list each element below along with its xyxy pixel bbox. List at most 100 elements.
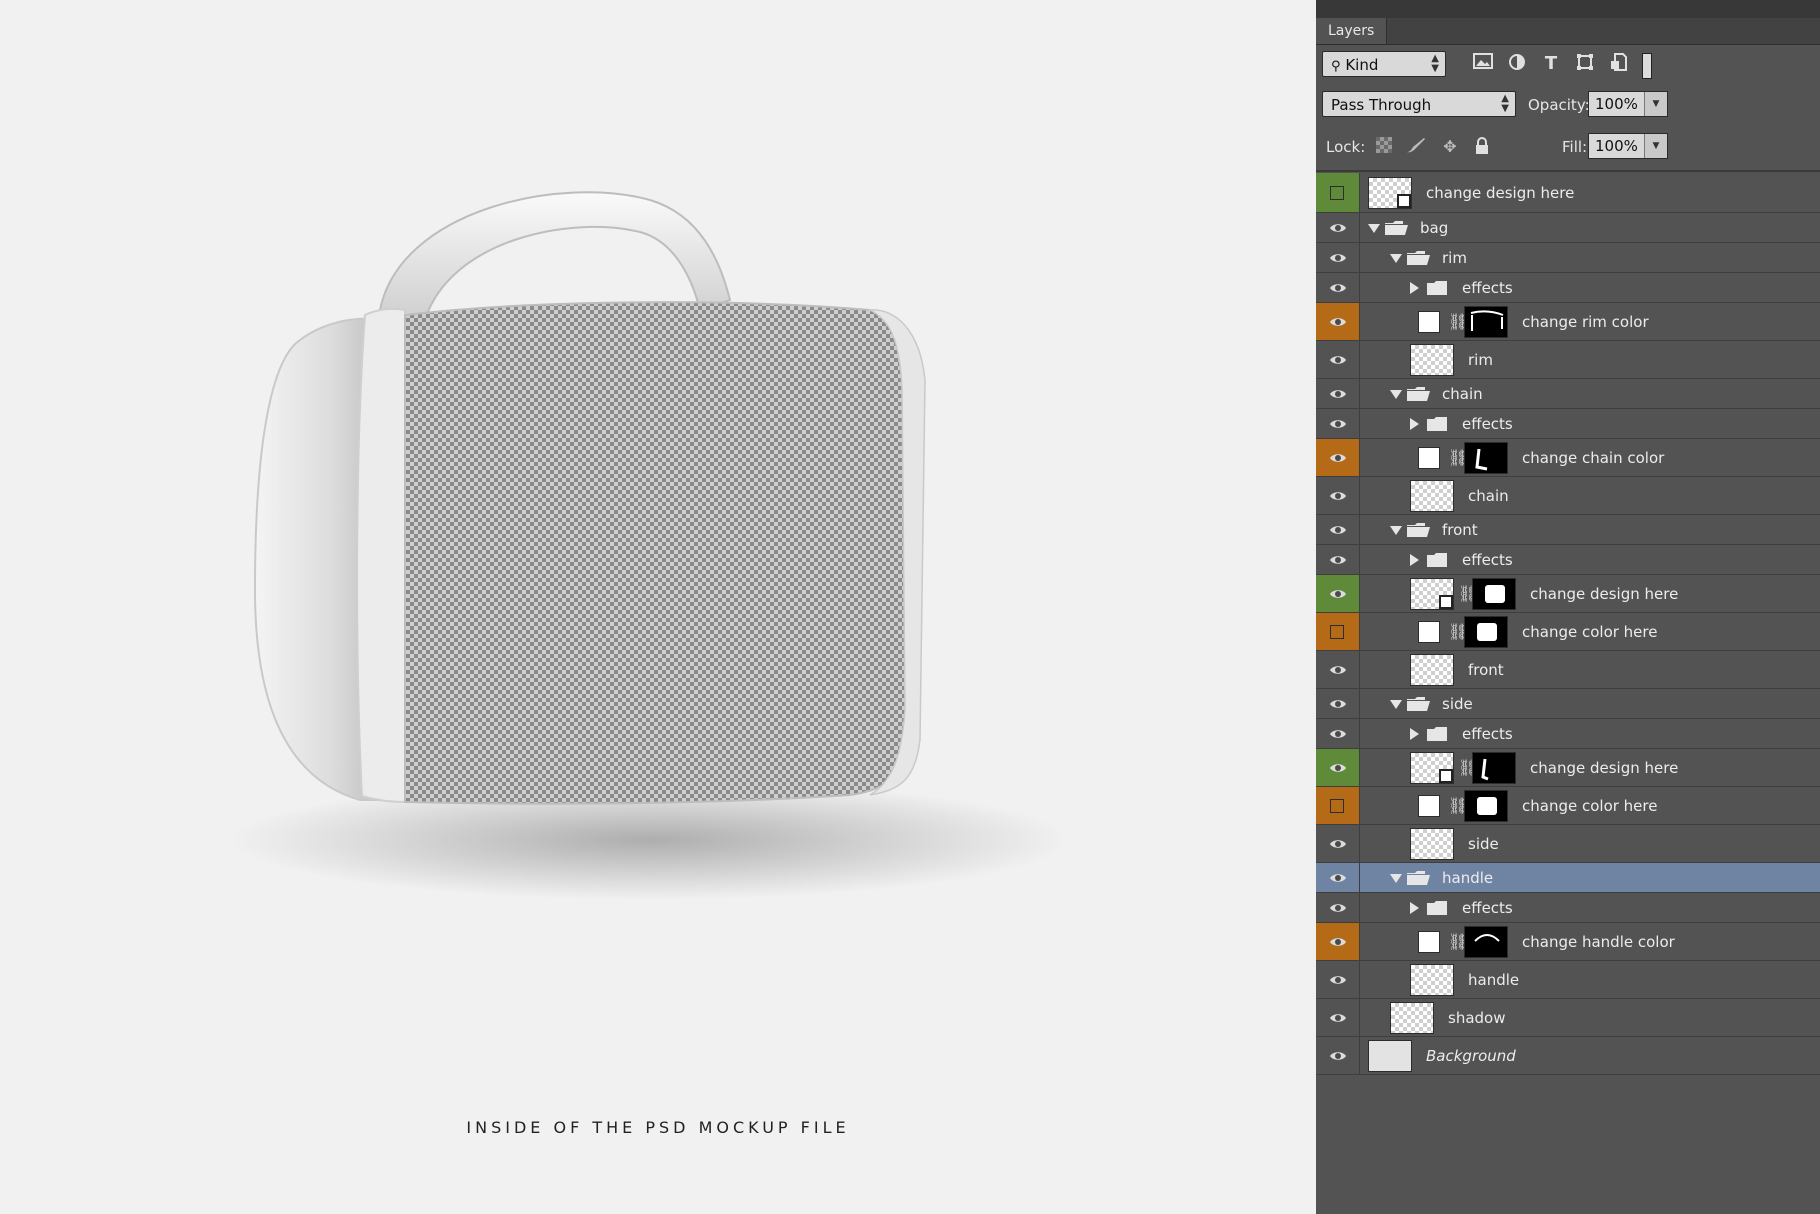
- layer-row[interactable]: chain: [1316, 379, 1820, 409]
- layer-visibility-toggle[interactable]: [1316, 923, 1360, 960]
- layer-visibility-toggle[interactable]: [1316, 439, 1360, 476]
- document-canvas[interactable]: INSIDE OF THE PSD MOCKUP FILE: [0, 0, 1316, 1214]
- layer-row[interactable]: front: [1316, 515, 1820, 545]
- layer-name[interactable]: handle: [1468, 971, 1519, 989]
- layer-mask-thumbnail[interactable]: [1464, 442, 1508, 474]
- layer-visibility-toggle[interactable]: [1316, 477, 1360, 514]
- mask-link-icon[interactable]: ⛓: [1448, 931, 1468, 953]
- layer-thumbnail[interactable]: [1410, 964, 1454, 996]
- expanded-arrow-icon[interactable]: [1390, 389, 1402, 399]
- mask-link-icon[interactable]: ⛓: [1458, 757, 1478, 779]
- layer-row[interactable]: rim: [1316, 341, 1820, 379]
- layer-row[interactable]: ⛓ change chain color: [1316, 439, 1820, 477]
- layer-row[interactable]: front: [1316, 651, 1820, 689]
- layer-visibility-toggle[interactable]: [1316, 651, 1360, 688]
- layer-name[interactable]: change rim color: [1522, 313, 1649, 331]
- layer-thumbnail[interactable]: [1410, 480, 1454, 512]
- layer-name[interactable]: chain: [1468, 487, 1509, 505]
- layer-row[interactable]: effects: [1316, 409, 1820, 439]
- adjustment-filter-icon[interactable]: [1506, 53, 1528, 75]
- layer-row[interactable]: rim: [1316, 243, 1820, 273]
- layer-name[interactable]: change color here: [1522, 797, 1657, 815]
- fill-field[interactable]: 100% ▼: [1588, 133, 1668, 159]
- layer-name[interactable]: effects: [1462, 899, 1513, 917]
- layer-row[interactable]: effects: [1316, 893, 1820, 923]
- mask-link-icon[interactable]: ⛓: [1448, 447, 1468, 469]
- layer-row[interactable]: handle: [1316, 961, 1820, 999]
- type-filter-icon[interactable]: T: [1540, 53, 1562, 75]
- mask-link-icon[interactable]: ⛓: [1448, 795, 1468, 817]
- layer-visibility-toggle[interactable]: [1316, 999, 1360, 1036]
- panel-title-bar[interactable]: [1316, 0, 1820, 18]
- layer-name[interactable]: change design here: [1426, 184, 1574, 202]
- layer-thumbnail[interactable]: [1410, 654, 1454, 686]
- layer-name[interactable]: chain: [1442, 385, 1483, 403]
- layer-row[interactable]: side: [1316, 689, 1820, 719]
- layer-visibility-toggle[interactable]: [1316, 273, 1360, 302]
- smart-object-thumbnail[interactable]: [1410, 752, 1454, 784]
- layer-visibility-toggle[interactable]: [1316, 787, 1360, 824]
- blend-mode-select[interactable]: Pass Through ▲ ▼: [1322, 91, 1516, 117]
- layer-mask-thumbnail[interactable]: [1472, 578, 1516, 610]
- layer-row[interactable]: Background: [1316, 1037, 1820, 1075]
- smart-object-filter-icon[interactable]: [1608, 53, 1630, 75]
- lock-position-icon[interactable]: ✥: [1440, 137, 1460, 157]
- layer-visibility-toggle[interactable]: [1316, 961, 1360, 998]
- layer-row[interactable]: change design here: [1316, 173, 1820, 213]
- layer-visibility-toggle[interactable]: [1316, 379, 1360, 408]
- layer-name[interactable]: change chain color: [1522, 449, 1664, 467]
- layer-thumbnail[interactable]: [1410, 828, 1454, 860]
- layer-name[interactable]: change handle color: [1522, 933, 1675, 951]
- layer-name[interactable]: effects: [1462, 551, 1513, 569]
- collapsed-arrow-icon[interactable]: [1410, 418, 1419, 430]
- layer-visibility-toggle[interactable]: [1316, 515, 1360, 544]
- layer-name[interactable]: rim: [1468, 351, 1493, 369]
- mask-link-icon[interactable]: ⛓: [1448, 311, 1468, 333]
- layer-name[interactable]: bag: [1420, 219, 1448, 237]
- expanded-arrow-icon[interactable]: [1368, 223, 1380, 233]
- expanded-arrow-icon[interactable]: [1390, 873, 1402, 883]
- layer-visibility-toggle[interactable]: [1316, 893, 1360, 922]
- layer-visibility-toggle[interactable]: [1316, 689, 1360, 718]
- smart-object-thumbnail[interactable]: [1410, 578, 1454, 610]
- layer-row[interactable]: ⛓ change handle color: [1316, 923, 1820, 961]
- layer-row[interactable]: ⛓ change color here: [1316, 613, 1820, 651]
- smart-object-thumbnail[interactable]: [1368, 177, 1412, 209]
- filter-toggle-icon[interactable]: [1642, 53, 1652, 79]
- layer-row[interactable]: ⛓ change design here: [1316, 749, 1820, 787]
- layer-row[interactable]: effects: [1316, 719, 1820, 749]
- layer-thumbnail[interactable]: [1390, 1002, 1434, 1034]
- layer-name[interactable]: front: [1442, 521, 1478, 539]
- layer-row[interactable]: effects: [1316, 545, 1820, 575]
- opacity-field[interactable]: 100% ▼: [1588, 91, 1668, 117]
- layer-name[interactable]: rim: [1442, 249, 1467, 267]
- mask-link-icon[interactable]: ⛓: [1458, 583, 1478, 605]
- layer-thumbnail[interactable]: [1410, 344, 1454, 376]
- layer-row[interactable]: chain: [1316, 477, 1820, 515]
- layer-visibility-toggle[interactable]: [1316, 173, 1360, 212]
- collapsed-arrow-icon[interactable]: [1410, 902, 1419, 914]
- layer-row[interactable]: bag: [1316, 213, 1820, 243]
- layer-mask-thumbnail[interactable]: [1472, 752, 1516, 784]
- collapsed-arrow-icon[interactable]: [1410, 282, 1419, 294]
- layer-visibility-toggle[interactable]: [1316, 409, 1360, 438]
- layer-name[interactable]: change design here: [1530, 759, 1678, 777]
- layer-visibility-toggle[interactable]: [1316, 303, 1360, 340]
- expanded-arrow-icon[interactable]: [1390, 525, 1402, 535]
- expanded-arrow-icon[interactable]: [1390, 699, 1402, 709]
- layer-name[interactable]: shadow: [1448, 1009, 1505, 1027]
- kind-filter-select[interactable]: ⚲ Kind ▲ ▼: [1322, 51, 1446, 77]
- layer-name[interactable]: change design here: [1530, 585, 1678, 603]
- layer-row[interactable]: effects: [1316, 273, 1820, 303]
- layer-visibility-toggle[interactable]: [1316, 575, 1360, 612]
- layer-name[interactable]: side: [1442, 695, 1473, 713]
- layer-visibility-toggle[interactable]: [1316, 613, 1360, 650]
- layer-name[interactable]: effects: [1462, 725, 1513, 743]
- layer-visibility-toggle[interactable]: [1316, 719, 1360, 748]
- layer-mask-thumbnail[interactable]: [1464, 926, 1508, 958]
- collapsed-arrow-icon[interactable]: [1410, 728, 1419, 740]
- layer-thumbnail[interactable]: [1368, 1040, 1412, 1072]
- layer-name[interactable]: change color here: [1522, 623, 1657, 641]
- layer-visibility-toggle[interactable]: [1316, 825, 1360, 862]
- layer-mask-thumbnail[interactable]: [1464, 790, 1508, 822]
